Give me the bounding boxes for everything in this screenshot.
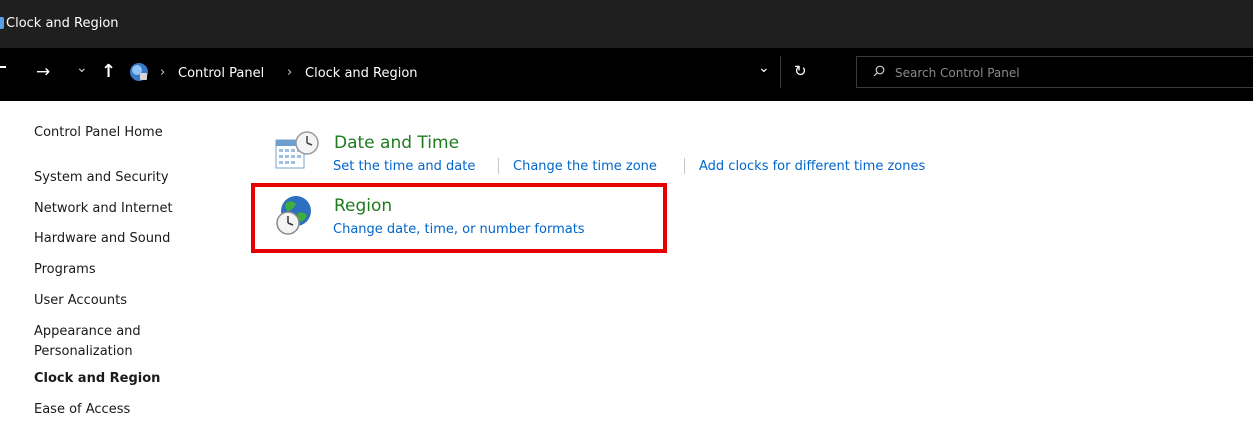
change-time-zone-link[interactable]: Change the time zone — [513, 159, 657, 174]
link-separator — [498, 158, 499, 174]
sidebar-item-network-and-internet[interactable]: Network and Internet — [34, 200, 173, 217]
breadcrumb-separator: › — [160, 65, 166, 80]
sidebar-item-appearance-line-1[interactable]: Appearance and — [34, 323, 141, 340]
control-panel-icon — [0, 17, 4, 29]
link-separator — [684, 158, 685, 174]
divider — [780, 56, 781, 88]
highlight-box — [251, 183, 667, 253]
breadcrumb-control-panel[interactable]: Control Panel — [178, 66, 264, 81]
recent-locations-icon[interactable]: ⌄ — [76, 61, 88, 75]
search-icon — [873, 65, 885, 77]
title-bar: Clock and Region — [0, 0, 1253, 48]
control-panel-location-icon — [130, 63, 148, 81]
sidebar-item-user-accounts[interactable]: User Accounts — [34, 292, 127, 309]
address-bar: → ⌄ ↑ › Control Panel › Clock and Region… — [0, 48, 1253, 101]
breadcrumb-clock-and-region[interactable]: Clock and Region — [305, 66, 418, 81]
calendar-clock-icon — [275, 131, 319, 169]
breadcrumb-separator: › — [287, 65, 293, 80]
forward-arrow-icon[interactable]: → — [36, 64, 50, 81]
set-time-and-date-link[interactable]: Set the time and date — [333, 159, 475, 174]
refresh-icon[interactable]: ↻ — [794, 64, 807, 79]
address-dropdown-icon[interactable]: ⌄ — [758, 61, 770, 75]
back-button[interactable] — [0, 66, 6, 68]
sidebar-item-system-and-security[interactable]: System and Security — [34, 169, 169, 186]
sidebar-item-ease-of-access[interactable]: Ease of Access — [34, 401, 130, 418]
sidebar-item-clock-and-region: Clock and Region — [34, 371, 161, 386]
sidebar-item-programs[interactable]: Programs — [34, 261, 96, 278]
sidebar-item-appearance-line-2[interactable]: Personalization — [34, 343, 133, 360]
search-input[interactable] — [893, 63, 1237, 83]
search-box[interactable] — [856, 56, 1253, 88]
up-arrow-icon[interactable]: ↑ — [101, 63, 116, 81]
sidebar-item-control-panel-home[interactable]: Control Panel Home — [34, 124, 163, 141]
date-and-time-title[interactable]: Date and Time — [334, 133, 459, 153]
sidebar-item-hardware-and-sound[interactable]: Hardware and Sound — [34, 230, 170, 247]
window-title: Clock and Region — [6, 16, 119, 31]
add-clocks-link[interactable]: Add clocks for different time zones — [699, 159, 925, 174]
